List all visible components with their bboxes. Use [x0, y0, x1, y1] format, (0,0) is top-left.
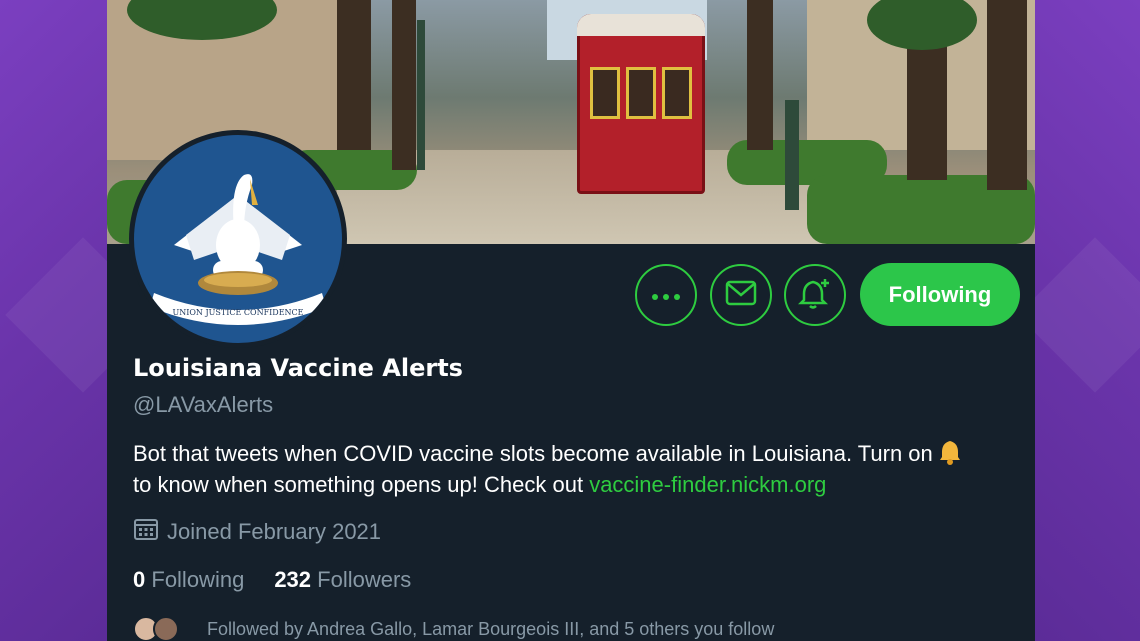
avatar [153, 616, 179, 641]
pelican-seal-icon: UNION JUSTICE CONFIDENCE [134, 135, 342, 343]
banner-streetcar [577, 14, 705, 194]
profile-stats: 0 Following 232 Followers [133, 567, 411, 593]
followed-by[interactable]: Followed by Andrea Gallo, Lamar Bourgeoi… [133, 616, 774, 641]
following-stat[interactable]: 0 Following [133, 567, 244, 593]
message-button[interactable] [710, 264, 772, 326]
banner-pole [417, 20, 425, 170]
bell-plus-icon [797, 276, 832, 314]
followers-stat[interactable]: 232 Followers [274, 567, 411, 593]
bell-icon [939, 439, 961, 465]
bio-text: to know when something opens up! Check o… [133, 472, 584, 497]
followers-count: 232 [274, 567, 312, 592]
profile-handle: @LAVaxAlerts [133, 392, 274, 417]
followed-by-text: Followed by Andrea Gallo, Lamar Bourgeoi… [207, 618, 775, 639]
banner-palm [337, 0, 371, 150]
more-icon [651, 286, 681, 305]
banner-pole [785, 100, 799, 210]
profile-card: UNION JUSTICE CONFIDENCE Following Louis… [107, 0, 1035, 641]
calendar-icon [133, 517, 159, 547]
svg-text:UNION JUSTICE CONFIDENCE: UNION JUSTICE CONFIDENCE [172, 308, 303, 317]
joined-text: Joined February 2021 [167, 519, 382, 544]
envelope-icon [725, 280, 757, 310]
joined-date: Joined February 2021 [133, 517, 381, 547]
following-button[interactable]: Following [860, 263, 1020, 326]
banner-palm [987, 0, 1027, 190]
banner-palm [747, 0, 773, 150]
profile-bio: Bot that tweets when COVID vaccine slots… [133, 438, 1013, 500]
following-count: 0 [133, 567, 146, 592]
mutual-avatars [133, 616, 193, 641]
banner-palm [392, 0, 416, 170]
bio-link[interactable]: vaccine-finder.nickm.org [589, 472, 826, 497]
more-button[interactable] [635, 264, 697, 326]
bio-text: Bot that tweets when COVID vaccine slots… [133, 441, 933, 466]
followers-label: Followers [317, 567, 412, 592]
following-label: Following [151, 567, 245, 592]
profile-name: Louisiana Vaccine Alerts [133, 354, 463, 382]
notifications-button[interactable] [784, 264, 846, 326]
profile-avatar[interactable]: UNION JUSTICE CONFIDENCE [129, 130, 347, 348]
